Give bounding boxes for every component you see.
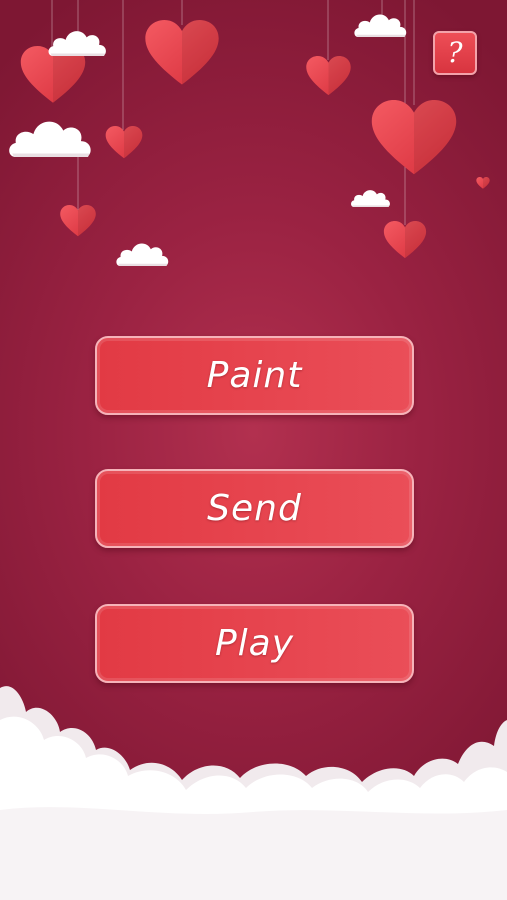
cloud-icon xyxy=(116,243,169,266)
heart-icon xyxy=(145,20,219,85)
send-button-label: Send xyxy=(207,488,302,529)
heart-icon xyxy=(383,221,427,259)
heart-icon xyxy=(476,177,490,189)
cloud-icon xyxy=(354,14,407,37)
help-button[interactable]: ? xyxy=(433,31,477,75)
cloud-bank xyxy=(0,686,507,900)
heart-icon xyxy=(105,126,143,159)
play-button-label: Play xyxy=(214,623,295,664)
cloud-icon xyxy=(351,190,390,207)
cloud-icon xyxy=(9,121,91,157)
paint-button-label: Paint xyxy=(206,355,303,396)
play-button[interactable]: Play xyxy=(95,604,414,683)
cloud-icon xyxy=(48,31,106,56)
heart-icon xyxy=(20,46,86,103)
send-button[interactable]: Send xyxy=(95,469,414,548)
paint-button[interactable]: Paint xyxy=(95,336,414,415)
heart-icon xyxy=(60,205,96,237)
help-button-label: ? xyxy=(447,36,463,69)
heart-icon xyxy=(371,100,457,175)
heart-icon xyxy=(306,56,351,96)
